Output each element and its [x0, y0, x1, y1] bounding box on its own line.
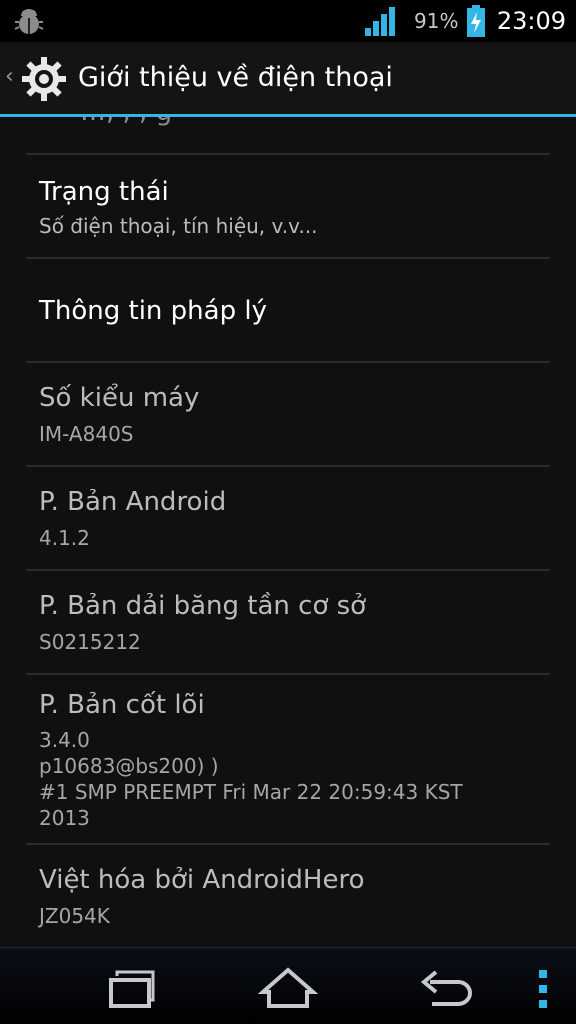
- back-icon: [420, 970, 472, 1006]
- debug-icon: [14, 9, 44, 34]
- item-summary: IM-A840S: [39, 422, 134, 446]
- screen: 91% 23:09 ‹ Giới thiệu về điện thoại Trạ…: [0, 0, 576, 1024]
- action-bar-title: Giới thiệu về điện thoại: [78, 62, 393, 93]
- item-title: Số kiểu máy: [39, 383, 200, 413]
- item-summary-line: #1 SMP PREEMPT Fri Mar 22 20:59:43 KST: [39, 780, 463, 804]
- item-summary-line: 2013: [39, 806, 90, 830]
- recent-apps-icon: [109, 970, 155, 1008]
- item-title: P. Bản dải băng tần cơ sở: [39, 591, 367, 621]
- list-item-model-number: Số kiểu máy IM-A840S: [0, 363, 576, 465]
- overflow-menu-icon: [539, 970, 547, 1008]
- navigation-bar: [0, 947, 576, 1024]
- list-item-status[interactable]: Trạng thái Số điện thoại, tín hiệu, v.v.…: [0, 155, 576, 257]
- item-summary-line: p10683@bs200) ): [39, 754, 219, 778]
- clock: 23:09: [496, 7, 566, 35]
- item-summary: S0215212: [39, 630, 141, 654]
- item-title: P. Bản cốt lõi: [39, 690, 205, 720]
- list-item-build-number[interactable]: Việt hóa bởi AndroidHero JZ054K: [0, 845, 576, 947]
- status-bar: 91% 23:09: [0, 0, 576, 42]
- back-button[interactable]: [402, 958, 492, 1016]
- battery-percent: 91%: [414, 9, 459, 33]
- action-bar: ‹ Giới thiệu về điện thoại: [0, 42, 576, 117]
- home-button[interactable]: [243, 958, 333, 1016]
- item-title: Thông tin pháp lý: [39, 296, 267, 326]
- list-item-kernel-version: P. Bản cốt lõi 3.4.0 p10683@bs200) ) #1 …: [0, 675, 576, 843]
- list-item-baseband-version: P. Bản dải băng tần cơ sở S0215212: [0, 571, 576, 673]
- partial-item-text: …, , , g: [80, 117, 172, 127]
- settings-gear-icon[interactable]: [20, 55, 68, 103]
- item-summary: JZ054K: [39, 904, 110, 928]
- recent-apps-button[interactable]: [84, 958, 174, 1016]
- item-title: Trạng thái: [39, 177, 169, 207]
- settings-list[interactable]: …, , , g Trạng thái Số điện thoại, tín h…: [0, 117, 576, 947]
- overflow-menu-button[interactable]: [520, 958, 566, 1016]
- item-summary: 4.1.2: [39, 526, 90, 550]
- item-summary: Số điện thoại, tín hiệu, v.v...: [39, 214, 318, 238]
- home-icon: [257, 967, 319, 1008]
- up-caret-icon[interactable]: ‹: [5, 64, 14, 90]
- item-summary-line: 3.4.0: [39, 728, 90, 752]
- item-title: P. Bản Android: [39, 487, 227, 517]
- signal-icon: [365, 7, 395, 36]
- list-item-android-version[interactable]: P. Bản Android 4.1.2: [0, 467, 576, 569]
- list-item-legal-info[interactable]: Thông tin pháp lý: [0, 259, 576, 361]
- battery-charging-icon: [467, 5, 485, 37]
- item-title: Việt hóa bởi AndroidHero: [39, 865, 365, 895]
